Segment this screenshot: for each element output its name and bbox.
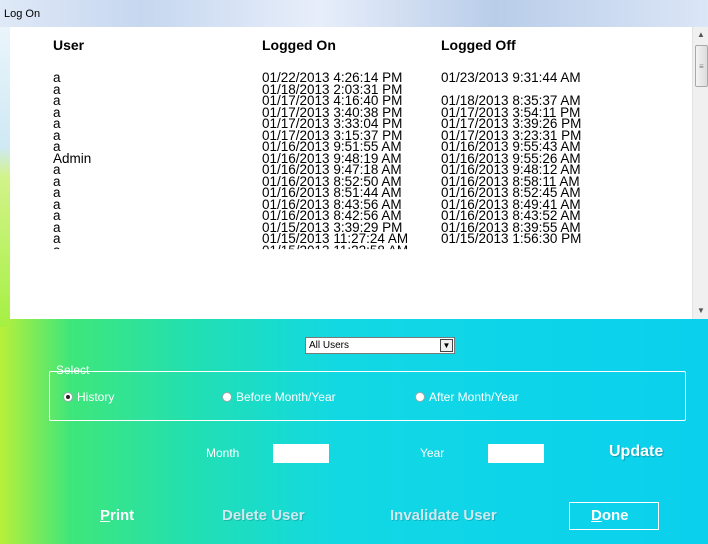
print-button[interactable]: Print	[100, 507, 134, 524]
scroll-up-arrow-icon[interactable]: ▲	[693, 27, 708, 43]
list-item[interactable]: a 01/15/2013 11:22:58 AM	[10, 242, 692, 258]
column-header-user: User	[53, 37, 85, 53]
month-field[interactable]	[273, 444, 329, 463]
user-filter-value: All Users	[309, 340, 350, 351]
grip-icon: ≡	[699, 62, 704, 71]
done-label: one	[601, 507, 629, 524]
left-gradient-strip	[0, 27, 10, 327]
select-groupbox	[49, 371, 686, 421]
year-label: Year	[420, 446, 445, 460]
invalidate-user-button[interactable]: Invalidate User	[390, 507, 497, 524]
row-logged-on: 01/15/2013 11:27:24 AM	[262, 231, 409, 246]
window-title: Log On	[4, 8, 41, 20]
row-user: a	[53, 242, 61, 258]
done-button[interactable]: Done	[591, 507, 629, 524]
row-logged-off: 01/23/2013 9:31:44 AM	[441, 70, 581, 85]
column-header-logged-on: Logged On	[262, 37, 336, 53]
radio-checked-icon	[63, 392, 73, 402]
logon-history-list[interactable]: User Logged On Logged Off a 01/22/2013 4:…	[10, 27, 692, 319]
month-label: Month	[206, 446, 240, 460]
row-logged-on: 01/15/2013 11:22:58 AM	[262, 242, 409, 258]
radio-history-label: History	[77, 390, 115, 404]
row-logged-off: 01/15/2013 1:56:30 PM	[441, 231, 582, 246]
vertical-scrollbar[interactable]: ▲ ≡ ▼	[692, 27, 708, 319]
print-accelerator: P	[100, 507, 111, 524]
scroll-down-arrow-icon[interactable]: ▼	[693, 303, 708, 319]
row-user: a	[53, 231, 61, 246]
radio-unchecked-icon	[415, 392, 425, 402]
user-filter-dropdown[interactable]: All Users ▼	[305, 337, 455, 354]
radio-after-month-year[interactable]: After Month/Year	[415, 390, 519, 404]
select-group-legend: Select	[56, 363, 90, 377]
radio-unchecked-icon	[222, 392, 232, 402]
print-label: rint	[110, 507, 135, 524]
year-field[interactable]	[488, 444, 544, 463]
update-button[interactable]: Update	[609, 443, 663, 461]
radio-after-label: After Month/Year	[429, 390, 519, 404]
radio-history[interactable]: History	[63, 390, 114, 404]
title-bar: Log On	[0, 0, 708, 27]
list-item[interactable]: a 01/15/2013 11:27:24 AM 01/15/2013 1:56:3…	[10, 231, 692, 246]
delete-user-button[interactable]: Delete User	[222, 507, 305, 524]
radio-before-label: Before Month/Year	[236, 390, 336, 404]
scroll-thumb[interactable]: ≡	[695, 45, 708, 87]
radio-before-month-year[interactable]: Before Month/Year	[222, 390, 336, 404]
list-rows: a 01/22/2013 4:26:14 PM 01/23/2013 9:31:44…	[10, 70, 692, 258]
column-header-logged-off: Logged Off	[441, 37, 516, 53]
done-accelerator: D	[591, 507, 602, 524]
chevron-down-icon[interactable]: ▼	[440, 339, 453, 352]
